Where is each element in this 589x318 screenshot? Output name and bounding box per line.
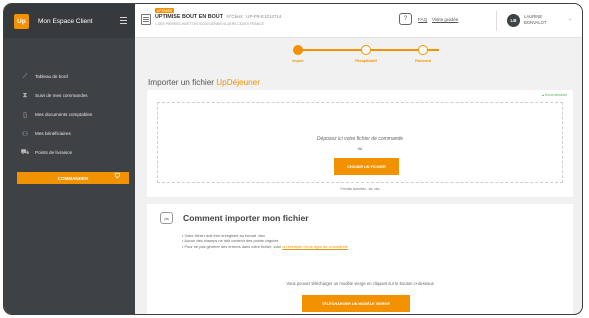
sidebar-item-tableau-de-bord[interactable]: ⟋ Tableau de bord [4, 67, 135, 86]
sidebar-item-label: Suivi de mes commandes [35, 93, 88, 98]
company-info: UPTIMISE BOUT EN BOUT N°Client : UP-FR-E… [155, 14, 281, 20]
secure-badge: 🔒︎ Envoi sécurisé [542, 93, 567, 97]
user-last-name: BONVALOT [524, 19, 547, 25]
step-import-label: Import [292, 59, 304, 63]
sidebar-item-documents[interactable]: ▯ Mes documents comptables [4, 105, 135, 124]
client-number: N°Client : UP-FR-E1014714 [226, 14, 282, 19]
guided-tour-link[interactable]: Visite guidée [432, 17, 458, 22]
hamburger-menu-icon[interactable] [120, 17, 127, 26]
chevron-down-icon[interactable]: ⌄ [568, 16, 572, 22]
sidebar-item-label: Mes bénéficiaires [35, 131, 71, 136]
sidebar-item-label: Tableau de bord [35, 74, 68, 79]
dropzone-or: ou [357, 146, 363, 151]
brand-bar: Up Mon Espace Client [4, 4, 135, 38]
faq-link[interactable]: FAQ [418, 17, 427, 22]
secure-label: Envoi sécurisé [544, 93, 567, 97]
lock-icon: 🔒︎ [542, 93, 544, 97]
page-title-highlight: UpDéjeuner [216, 78, 260, 87]
hourglass-icon: ⧗ [22, 91, 28, 99]
step-recap-label: Récapitulatif [355, 59, 377, 63]
sidebar-item-points-livraison[interactable]: ⛟ Points de livraison [4, 143, 135, 162]
header-divider [496, 11, 497, 31]
app-window: Up Mon Espace Client ⟋ Tableau de bord ⧗… [3, 3, 583, 315]
upload-panel: 🔒︎ Envoi sécurisé Déposez ici votre fich… [147, 90, 573, 197]
up-logo[interactable]: Up [14, 13, 29, 29]
step-payment-label: Paiement [415, 59, 431, 63]
page-title-prefix: Importer un fichier [148, 78, 217, 87]
sidebar-item-suivi-commandes[interactable]: ⧗ Suivi de mes commandes [4, 86, 135, 105]
company-badge: UPTIMISE [155, 8, 175, 13]
file-dropzone[interactable]: Déposez ici votre fichier de commande ou… [157, 102, 563, 183]
top-header: UPTIMISE UPTIMISE BOUT EN BOUT N°Client … [135, 4, 582, 38]
example-line-link[interactable]: un exemple d'une ligne de commande [282, 244, 348, 249]
sidebar-item-label: Mes documents comptables [35, 112, 93, 117]
cart-icon: ⛉ [114, 173, 120, 180]
step-recap-dot [361, 45, 371, 55]
brand-title: Mon Espace Client [38, 17, 93, 25]
step-payment-dot [418, 45, 428, 55]
chart-line-icon: ⟋ [22, 72, 28, 80]
xls-file-icon: xls [160, 212, 173, 224]
company-name: UPTIMISE BOUT EN BOUT [155, 14, 223, 20]
sidebar: Up Mon Espace Client ⟋ Tableau de bord ⧗… [4, 4, 135, 314]
download-template-button[interactable]: TÉLÉCHARGER UN MODÈLE VIERGE [302, 295, 410, 312]
step-connector [298, 49, 366, 51]
step-import-dot [293, 45, 303, 55]
user-name[interactable]: LAURINE BONVALOT [524, 14, 564, 25]
page-title: Importer un fichier UpDéjeuner [148, 78, 260, 87]
sidebar-item-label: Points de livraison [35, 150, 73, 155]
choose-file-button[interactable]: CHOISIR UN FICHIER [334, 158, 399, 175]
list-item: Pour ne pas générer des erreurs dans vot… [182, 244, 348, 249]
help-title: Comment importer mon fichier [183, 213, 309, 223]
sidebar-nav: ⟋ Tableau de bord ⧗ Suivi de mes command… [4, 67, 135, 162]
import-help-panel: xls Comment importer mon fichier Votre f… [147, 204, 573, 314]
dropzone-text: Déposez ici votre fichier de commande [316, 136, 404, 142]
help-icon[interactable]: ? [399, 13, 412, 25]
step-connector [371, 49, 439, 51]
commander-button[interactable]: COMMANDER ⛉ [17, 172, 129, 184]
template-text: Vous pouvez télécharger un modèle vierge… [286, 281, 434, 286]
users-icon: ⚇ [21, 130, 29, 138]
building-icon [141, 14, 151, 25]
avatar[interactable]: LB [507, 14, 520, 27]
commander-label: COMMANDER [57, 175, 89, 181]
order-stepper: Import Récapitulatif Paiement [135, 38, 582, 70]
company-address: 1 DES PIERRES INVETTES 92230 GENNEVILLIE… [155, 22, 264, 26]
allowed-formats: Formats autorisés : xls, xlsx [340, 187, 380, 191]
help-bullets: Votre fichier doit être enregistré au fo… [182, 233, 348, 249]
sidebar-item-beneficiaires[interactable]: ⚇ Mes bénéficiaires [4, 124, 135, 143]
document-icon: ▯ [23, 111, 27, 119]
truck-icon: ⛟ [20, 149, 30, 156]
